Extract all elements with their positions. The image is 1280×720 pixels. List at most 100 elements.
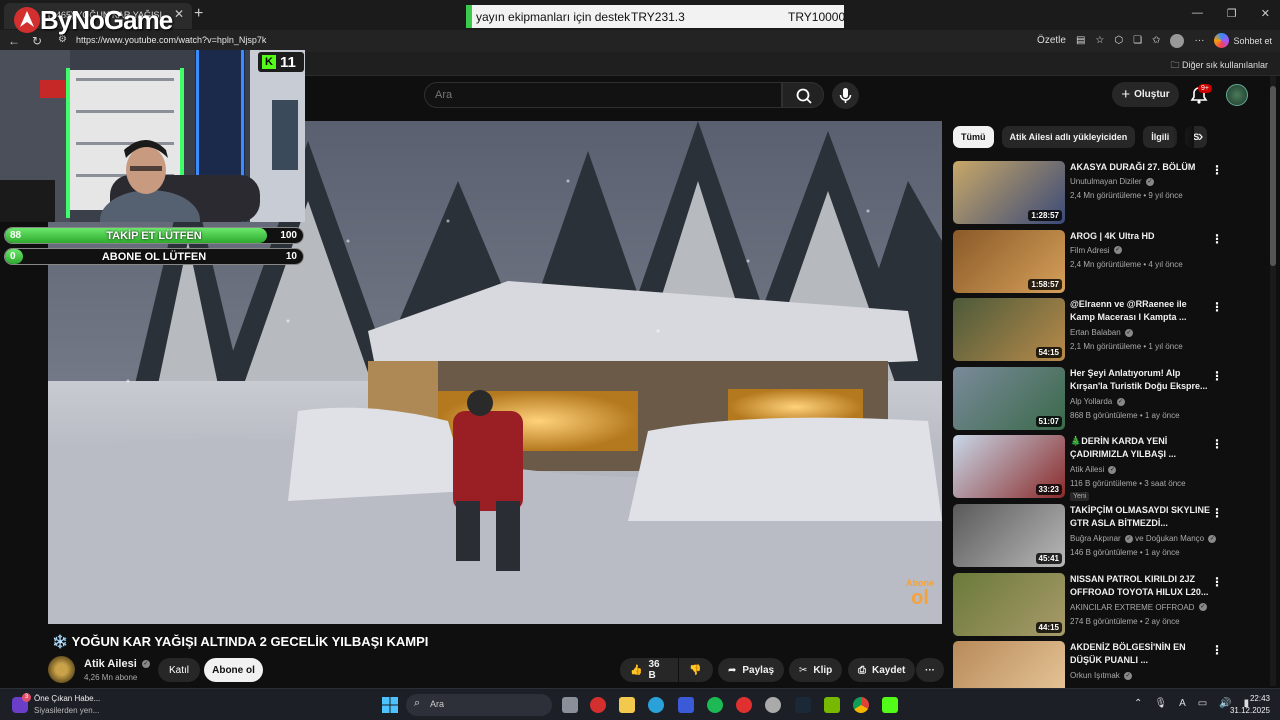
chevron-up-icon[interactable]: ⌃ <box>1134 698 1142 709</box>
video-title[interactable]: AKASYA DURAĞI 27. BÖLÜM <box>1070 161 1210 174</box>
more-options-icon[interactable]: ⋮ <box>1211 575 1223 589</box>
recommendation-item[interactable]: 54:15 @Elraenn ve @RRaenee ile Kamp Macer… <box>953 298 1273 362</box>
channel-name[interactable]: Film Adresi ✓ <box>1070 246 1122 255</box>
opera-gx-icon[interactable] <box>590 697 606 713</box>
video-thumbnail[interactable]: 1:28:57 <box>953 161 1065 224</box>
recommendation-item[interactable]: 1:28:57 AKASYA DURAĞI 27. BÖLÜM Unutulmaya… <box>953 161 1273 225</box>
spotify-icon[interactable] <box>707 697 723 713</box>
page-scrollbar[interactable] <box>1270 76 1276 686</box>
channel-name[interactable]: Buğra Akpınar ✓ ve Doğukan Manço ✓ <box>1070 534 1217 543</box>
video-meta: 274 B görüntüleme • 2 ay önce <box>1070 616 1180 626</box>
channel-name[interactable]: Atik Ailesi ✓ <box>84 658 150 670</box>
save-button[interactable]: ⎙ Kaydet <box>848 658 916 682</box>
summarize-button[interactable]: Özetle <box>1037 35 1066 46</box>
like-button[interactable]: 👍 36 B <box>620 658 678 682</box>
voice-search-button[interactable] <box>832 82 859 109</box>
copilot-button[interactable]: Sohbet et <box>1214 33 1272 48</box>
nvidia-icon[interactable] <box>824 697 840 713</box>
video-thumbnail[interactable]: 45:41 <box>953 504 1065 567</box>
search-input[interactable]: Ara <box>424 82 782 108</box>
recommendation-item[interactable]: 33:23 🎄DERİN KARDA YENİ ÇADIRIMIZLA YILBA… <box>953 435 1273 502</box>
more-options-icon[interactable]: ⋮ <box>1211 506 1223 520</box>
edge-icon[interactable] <box>648 697 664 713</box>
video-title[interactable]: 🎄DERİN KARDA YENİ ÇADIRIMIZLA YILBAŞI ..… <box>1070 435 1210 461</box>
subscribe-watermark[interactable]: Abone ol <box>906 579 934 609</box>
windows-start-icon[interactable] <box>382 697 398 713</box>
video-title[interactable]: AKDENİZ BÖLGESİ'NİN EN DÜŞÜK PUANLI ... <box>1070 641 1210 667</box>
minimize-icon[interactable]: — <box>1192 7 1203 20</box>
other-bookmarks[interactable]: 🗀 Diğer sık kullanılanlar <box>1170 58 1268 74</box>
video-title[interactable]: Her Şeyi Anlatıyorum! Alp Kırşan'la Turi… <box>1070 367 1210 393</box>
more-actions-button[interactable]: ··· <box>916 658 944 682</box>
file-explorer-icon[interactable] <box>619 697 635 713</box>
back-icon[interactable]: ← <box>8 34 20 48</box>
profile-avatar[interactable] <box>1170 33 1185 48</box>
obs-icon[interactable] <box>765 697 781 713</box>
collections-icon[interactable]: ❏ <box>1133 35 1142 46</box>
mic-tray-icon[interactable]: 🎙 <box>1154 698 1167 709</box>
video-title[interactable]: NISSAN PATROL KIRILDI 2JZ OFFROAD TOYOTA… <box>1070 573 1210 599</box>
favorites-icon[interactable]: ✩ <box>1152 35 1160 46</box>
video-thumbnail[interactable]: 44:15 <box>953 572 1065 636</box>
account-avatar[interactable] <box>1226 84 1248 106</box>
more-options-icon[interactable]: ⋮ <box>1211 300 1223 314</box>
search-icon: ⌕ <box>414 697 421 709</box>
clip-button[interactable]: ✂ Klip <box>789 658 843 682</box>
channel-avatar[interactable] <box>48 656 75 683</box>
video-title[interactable]: TAKİPÇİM OLMASAYDI SKYLINE GTR ASLA BİTM… <box>1070 504 1210 530</box>
language-icon[interactable]: A <box>1179 698 1186 709</box>
chip-from-uploader[interactable]: Atik Ailesi adlı yükleyiciden <box>1001 126 1136 148</box>
more-options-icon[interactable]: ⋮ <box>1211 163 1223 177</box>
network-icon[interactable]: ▭ <box>1198 698 1207 709</box>
channel-name[interactable]: Orkun Işıtmak ✓ <box>1070 671 1133 680</box>
chrome-icon[interactable] <box>853 697 869 713</box>
channel-name[interactable]: Unutulmayan Diziler ✓ <box>1070 177 1154 186</box>
reader-icon[interactable]: ▤ <box>1076 35 1085 46</box>
steam-icon[interactable] <box>795 697 811 713</box>
share-button[interactable]: ➦ Paylaş <box>718 658 785 682</box>
video-thumbnail[interactable]: 33:23 <box>953 435 1065 499</box>
kick-app-icon[interactable] <box>882 697 898 713</box>
taskbar-search-input[interactable]: ⌕ Ara <box>406 694 552 716</box>
video-thumbnail[interactable]: 51:07 <box>953 366 1065 430</box>
channel-name[interactable]: AKINCILAR EXTREME OFFROAD ✓ <box>1070 603 1207 612</box>
maximize-icon[interactable]: ❐ <box>1227 7 1237 20</box>
channel-name[interactable]: Ertan Balaban ✓ <box>1070 328 1133 337</box>
verified-check-icon: ✓ <box>1108 466 1117 475</box>
task-view-icon[interactable] <box>562 697 578 713</box>
more-options-icon[interactable]: ⋮ <box>1211 643 1223 657</box>
more-options-icon[interactable]: ⋮ <box>1211 437 1223 451</box>
recommendation-item[interactable]: 44:15 NISSAN PATROL KIRILDI 2JZ OFFROAD T… <box>953 572 1273 637</box>
dislike-button[interactable]: 👎 <box>679 658 713 682</box>
video-title[interactable]: AROG | 4K Ultra HD <box>1070 230 1210 243</box>
channel-name[interactable]: Alp Yollarda ✓ <box>1070 397 1125 406</box>
opera-icon[interactable] <box>736 697 752 713</box>
close-window-icon[interactable]: ✕ <box>1261 7 1270 20</box>
video-thumbnail[interactable]: 54:15 <box>953 298 1065 362</box>
chip-all[interactable]: Tümü <box>953 126 994 148</box>
extensions-icon[interactable]: ⬡ <box>1114 35 1123 46</box>
recommendation-item[interactable]: 45:41 TAKİPÇİM OLMASAYDI SKYLINE GTR ASLA… <box>953 504 1273 568</box>
taskbar-clock[interactable]: 22:43 31.12.2025 <box>1230 693 1270 717</box>
new-tab-icon[interactable]: + <box>194 5 203 23</box>
recommendation-item[interactable]: 51:07 Her Şeyi Anlatıyorum! Alp Kırşan'la… <box>953 366 1273 431</box>
channel-name[interactable]: Atik Ailesi ✓ <box>1070 465 1117 475</box>
create-button[interactable]: + Oluştur <box>1112 82 1179 107</box>
join-button[interactable]: Katıl <box>158 658 200 682</box>
more-options-icon[interactable]: ⋮ <box>1211 369 1223 383</box>
news-headline[interactable]: Öne Çıkan Habe... <box>34 694 100 703</box>
url-input[interactable]: https://www.youtube.com/watch?v=hpln_Njs… <box>76 35 266 45</box>
chevron-right-icon[interactable]: › <box>1198 128 1203 146</box>
more-options-icon[interactable]: ⋮ <box>1211 232 1223 246</box>
store-icon[interactable] <box>678 697 694 713</box>
video-title[interactable]: @Elraenn ve @RRaenee ile Kamp Macerası I… <box>1070 298 1210 324</box>
close-tab-icon[interactable]: ✕ <box>174 7 184 21</box>
subscribe-button[interactable]: Abone ol <box>204 658 263 682</box>
recommendation-item[interactable]: 1:58:57 AROG | 4K Ultra HD Film Adresi ✓ 2,… <box>953 229 1273 294</box>
video-thumbnail[interactable]: 1:58:57 <box>953 229 1065 293</box>
search-button[interactable] <box>782 82 824 108</box>
favorite-star-icon[interactable]: ☆ <box>1095 35 1104 46</box>
scrollbar-thumb[interactable] <box>1270 86 1276 266</box>
refresh-icon[interactable]: ↻ <box>32 34 42 48</box>
menu-dots-icon[interactable]: ··· <box>1194 35 1204 46</box>
